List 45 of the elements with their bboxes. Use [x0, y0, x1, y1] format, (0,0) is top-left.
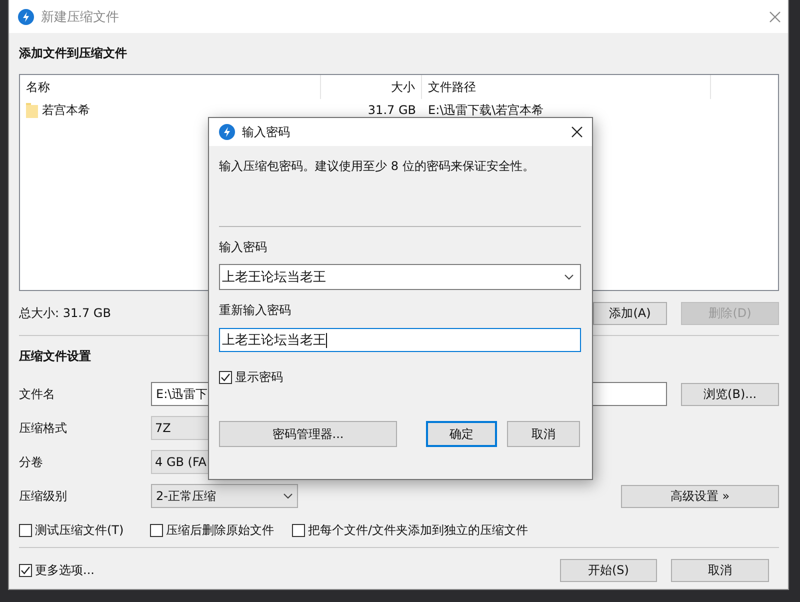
column-header[interactable]: 名称: [20, 75, 321, 99]
file-path: E:\迅雷下载\若宫本希: [427, 102, 545, 118]
checkbox[interactable]: [19, 564, 32, 576]
checkbox-label[interactable]: 更多选项...: [35, 562, 94, 578]
total-size: 总大小: 31.7 GB: [19, 304, 111, 322]
button[interactable]: 确定: [426, 421, 497, 447]
lightning-bolt-icon: [18, 8, 34, 24]
section-heading: 压缩文件设置: [19, 348, 91, 365]
button[interactable]: 开始(S): [560, 558, 657, 582]
checkbox-label[interactable]: 测试压缩文件(T): [35, 522, 124, 538]
close-icon[interactable]: [571, 126, 583, 138]
dialog-title: 输入密码: [242, 124, 290, 140]
field-label: 文件名: [19, 386, 56, 402]
button[interactable]: 浏览(B)...: [681, 382, 779, 406]
button[interactable]: 高级设置 »: [621, 484, 779, 508]
password-field[interactable]: 上老王论坛当老王: [219, 328, 581, 352]
field-label: 分卷: [19, 454, 44, 470]
checkbox-label[interactable]: 把每个文件/文件夹添加到独立的压缩文件: [308, 522, 528, 538]
checkbox-label[interactable]: 显示密码: [235, 369, 283, 386]
chevron-icon: [283, 493, 293, 499]
button[interactable]: 添加(A): [593, 302, 667, 324]
window-title: 新建压缩文件: [41, 8, 119, 26]
column-header[interactable]: 文件路径: [422, 75, 711, 99]
field-label: 重新输入密码: [219, 302, 291, 319]
field-label: 输入密码: [219, 239, 267, 256]
checkbox[interactable]: [150, 524, 163, 536]
button[interactable]: 取消: [671, 558, 769, 582]
dialog-message: 输入压缩包密码。建议使用至少 8 位的密码来保证安全性。: [219, 158, 534, 175]
section-heading: 添加文件到压缩文件: [19, 45, 127, 62]
checkbox[interactable]: [19, 524, 32, 536]
checkbox[interactable]: [219, 371, 232, 384]
button[interactable]: 取消: [507, 421, 580, 447]
button[interactable]: 密码管理器...: [219, 421, 397, 447]
lightning-bolt-icon: [219, 124, 235, 140]
chevron-icon: [564, 274, 574, 280]
file-name[interactable]: 若宫本希: [42, 102, 90, 118]
field-label: 压缩级别: [19, 488, 68, 504]
file-size: 31.7 GB: [366, 102, 417, 119]
checkbox[interactable]: [292, 524, 305, 536]
password-combo-box[interactable]: 上老王论坛当老王: [219, 264, 581, 290]
folder-icon: [26, 102, 38, 118]
field-label: 压缩格式: [19, 420, 68, 436]
dropdown[interactable]: 2-正常压缩: [151, 484, 298, 508]
checkbox-label[interactable]: 压缩后删除原始文件: [166, 522, 274, 538]
column-header[interactable]: 大小: [321, 75, 422, 99]
